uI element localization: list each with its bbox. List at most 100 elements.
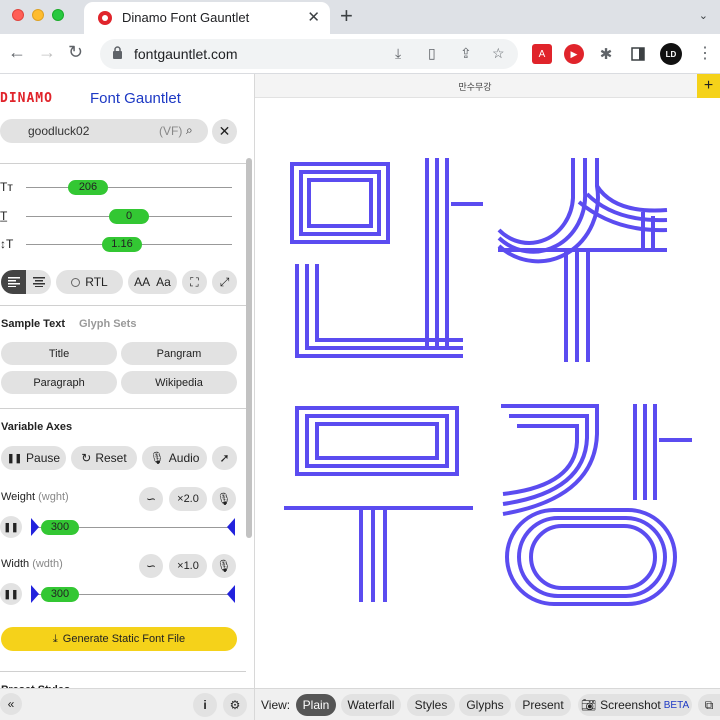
reset-button[interactable]: ↻ Reset xyxy=(71,446,137,470)
window-close-button[interactable] xyxy=(12,9,24,21)
glyph-sets-tab[interactable]: Glyph Sets xyxy=(79,318,136,330)
install-app-icon[interactable]: ⤓ xyxy=(395,45,401,62)
glyph-su xyxy=(497,158,668,362)
divider xyxy=(0,163,246,164)
audio-label: Audio xyxy=(168,451,200,465)
generate-label: Generate Static Font File xyxy=(62,633,186,645)
sample-title-button[interactable]: Title xyxy=(1,342,117,365)
weight-range-slider[interactable]: 300 xyxy=(31,518,235,536)
font-size-slider[interactable]: Tт 206 xyxy=(0,178,240,198)
info-icon[interactable]: i xyxy=(193,693,217,717)
window-zoom-button[interactable] xyxy=(52,9,64,21)
tab-close-icon[interactable]: ✕ xyxy=(307,8,320,26)
browser-menu-icon[interactable]: ⋮ xyxy=(697,43,713,63)
view-styles-button[interactable]: Styles xyxy=(407,694,455,716)
tab-search-chevron-icon[interactable]: ⌄ xyxy=(699,9,708,22)
view-present-button[interactable]: Present xyxy=(515,694,571,716)
fit-to-frame-button[interactable]: ⛶ xyxy=(182,270,207,294)
profile-avatar[interactable]: LD xyxy=(660,43,682,65)
side-panel-icon[interactable] xyxy=(628,44,648,64)
share-icon[interactable]: ⇪ xyxy=(460,45,472,62)
width-range-slider[interactable]: 300 xyxy=(31,585,235,603)
radio-circle-icon xyxy=(71,277,81,287)
view-waterfall-button[interactable]: Waterfall xyxy=(341,694,401,716)
reload-icon[interactable]: ↻ xyxy=(68,42,83,63)
browser-tab[interactable]: Dinamo Font Gauntlet ✕ xyxy=(84,2,330,34)
range-max-handle[interactable] xyxy=(227,518,235,536)
sample-pangram-button[interactable]: Pangram xyxy=(121,342,237,365)
pause-icon: ❚❚ xyxy=(6,452,23,463)
reset-icon: ↻ xyxy=(81,451,92,465)
range-min-handle[interactable] xyxy=(31,585,39,603)
width-curve-button[interactable]: ∽ xyxy=(139,554,163,578)
close-font-icon[interactable]: ✕ xyxy=(212,119,237,144)
settings-gear-icon[interactable]: ⚙ xyxy=(223,693,247,717)
axis-name: Weight xyxy=(1,491,36,503)
pause-icon: ❚❚ xyxy=(3,588,19,599)
expand-button[interactable]: ⤢ xyxy=(212,270,237,294)
range-thumb[interactable]: 300 xyxy=(41,587,79,602)
copy-icon[interactable]: ⧉ xyxy=(698,694,720,716)
weight-pause-button[interactable]: ❚❚ xyxy=(0,516,22,538)
line-height-slider[interactable]: ↕T 1.16 xyxy=(0,235,240,255)
back-arrow-icon[interactable]: ← xyxy=(8,42,26,63)
screenshot-button[interactable]: 📷︎ Screenshot BETA xyxy=(578,694,692,716)
view-glyphs-button[interactable]: Glyphs xyxy=(459,694,511,716)
window-minimize-button[interactable] xyxy=(32,9,44,21)
extensions-puzzle-icon[interactable]: ✱ xyxy=(596,44,616,64)
sidebar-scrollbar[interactable] xyxy=(246,158,252,538)
case-toggle[interactable]: AA Aa xyxy=(128,270,177,294)
align-center-button[interactable] xyxy=(26,270,51,294)
width-audio-button[interactable]: 🎙︎ xyxy=(212,554,236,578)
dinamo-favicon-icon xyxy=(98,11,112,25)
align-left-button[interactable] xyxy=(1,270,26,294)
weight-multiplier-button[interactable]: ×2.0 xyxy=(169,487,207,511)
font-name: goodluck02 xyxy=(28,124,90,138)
expand-arrows-icon: ⤢ xyxy=(219,274,230,289)
preview-title-bar: 만수무강 + xyxy=(255,74,720,98)
range-thumb[interactable]: 300 xyxy=(41,520,79,535)
sample-text-tab[interactable]: Sample Text xyxy=(1,318,65,330)
slider-thumb[interactable]: 1.16 xyxy=(102,237,142,252)
weight-audio-button[interactable]: 🎙︎ xyxy=(212,487,236,511)
forward-arrow-icon[interactable]: → xyxy=(38,42,56,63)
new-tab-icon[interactable]: + xyxy=(340,3,353,29)
collapse-sidebar-icon[interactable]: « xyxy=(0,693,22,715)
address-bar[interactable]: fontgauntlet.com ⤓ ▯ ⇪ ☆ xyxy=(100,39,518,69)
font-selector[interactable]: goodluck02 (VF) ⌕ xyxy=(0,119,208,143)
play-extension-icon[interactable]: ▶ xyxy=(564,44,584,64)
pause-button[interactable]: ❚❚ Pause xyxy=(1,446,66,470)
page-icon[interactable]: ▯ xyxy=(428,45,436,62)
generate-static-font-button[interactable]: ⤓ Generate Static Font File xyxy=(1,627,237,651)
slider-thumb[interactable]: 206 xyxy=(68,180,108,195)
pause-label: Pause xyxy=(26,451,61,465)
range-max-handle[interactable] xyxy=(227,585,235,603)
slider-thumb[interactable]: 0 xyxy=(109,209,149,224)
sample-wikipedia-button[interactable]: Wikipedia xyxy=(121,371,237,394)
preview-area: 만수무강 + View: Plain Waterfall Styles Glyp… xyxy=(255,74,720,720)
pdf-extension-icon[interactable]: A xyxy=(532,44,552,64)
rtl-toggle[interactable]: RTL xyxy=(56,270,123,294)
font-variable-tag: (VF) xyxy=(159,124,183,138)
bookmark-star-icon[interactable]: ☆ xyxy=(492,45,505,62)
range-min-handle[interactable] xyxy=(31,518,39,536)
animate-pointer-button[interactable]: ➚ xyxy=(212,446,237,470)
dinamo-logo: DINAMO xyxy=(0,91,53,106)
audio-button[interactable]: 🎙︎ Audio xyxy=(142,446,207,470)
add-preview-icon[interactable]: + xyxy=(697,74,720,98)
uppercase-label: AA xyxy=(134,275,151,289)
browser-tab-bar: Dinamo Font Gauntlet ✕ + ⌄ xyxy=(0,0,720,34)
width-pause-button[interactable]: ❚❚ xyxy=(0,583,22,605)
tracking-slider[interactable]: T̲ 0 xyxy=(0,207,240,227)
camera-icon: 📷︎ xyxy=(580,698,597,712)
search-icon[interactable]: ⌕ xyxy=(186,123,193,138)
divider xyxy=(0,408,246,409)
weight-curve-button[interactable]: ∽ xyxy=(139,487,163,511)
curve-icon: ∽ xyxy=(145,559,157,573)
curve-icon: ∽ xyxy=(145,492,157,506)
view-plain-button[interactable]: Plain xyxy=(296,694,336,716)
sample-paragraph-button[interactable]: Paragraph xyxy=(1,371,117,394)
width-multiplier-button[interactable]: ×1.0 xyxy=(169,554,207,578)
preview-glyphs[interactable] xyxy=(255,98,720,688)
weight-axis-label: Weight (wght) xyxy=(1,491,69,503)
